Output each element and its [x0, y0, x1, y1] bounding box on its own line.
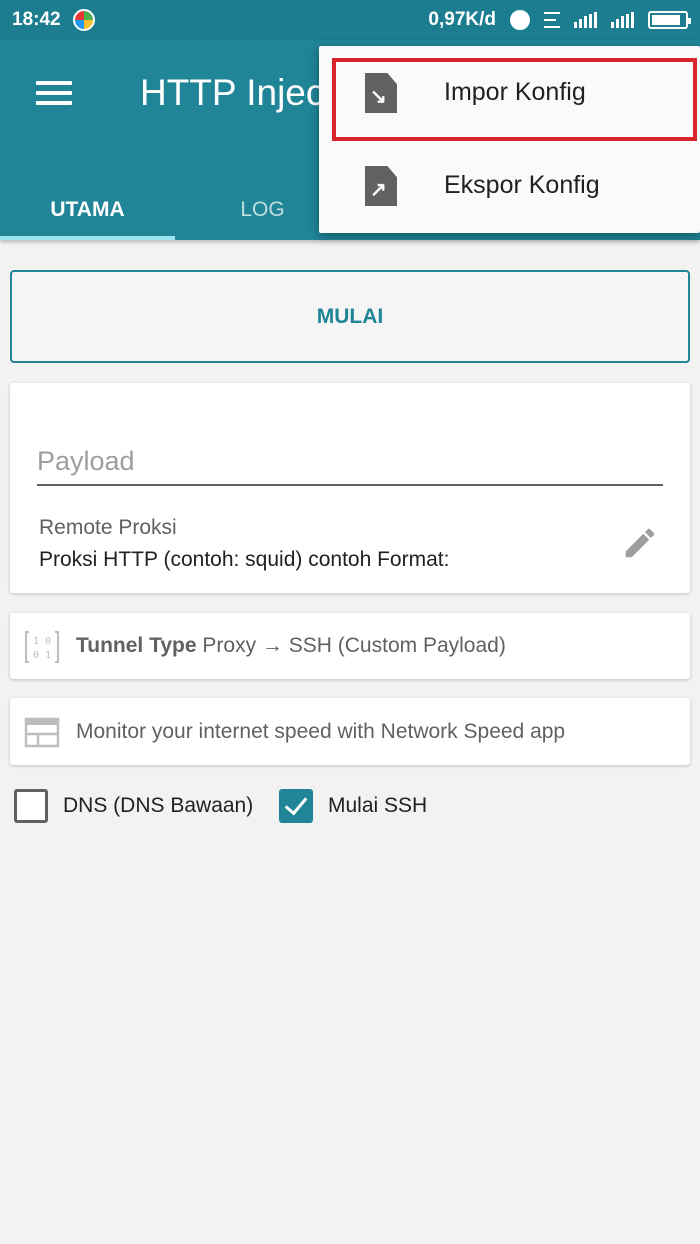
file-export-icon: [365, 166, 397, 206]
status-bar: 18:42 0,97K/d: [0, 0, 700, 40]
speed-promo-text: Monitor your internet speed with Network…: [76, 719, 566, 743]
maps-icon: [72, 9, 95, 31]
menu-item-impor-konfig[interactable]: Impor Konfig: [319, 46, 700, 139]
signal-icon: [611, 12, 634, 28]
pencil-edit-icon[interactable]: [621, 524, 659, 562]
remote-proxy-value: Proksi HTTP (contoh: squid) contoh Forma…: [39, 548, 450, 571]
tunnel-type-label: Tunnel Type: [76, 634, 197, 657]
remote-proxy-label: Remote Proksi: [39, 516, 177, 539]
tunnel-type-card[interactable]: 1 0 0 1 Tunnel Type Proxy → SSH (Custom …: [10, 613, 690, 679]
file-import-icon: [365, 73, 397, 113]
svg-text:1 0: 1 0: [33, 636, 51, 647]
binary-icon: 1 0 0 1: [25, 631, 59, 663]
ssh-checkbox-label: Mulai SSH: [328, 794, 428, 817]
tab-indicator: [0, 236, 175, 240]
menu-item-label: Ekspor Konfig: [444, 171, 600, 199]
tunnel-type-text: Tunnel Type Proxy → SSH (Custom Payload): [76, 634, 506, 658]
payload-input[interactable]: [37, 438, 663, 486]
network-speed: 0,97K/d: [428, 9, 496, 30]
alarm-icon: [510, 10, 530, 30]
notification-list-icon: [544, 12, 560, 28]
menu-item-ekspor-konfig[interactable]: Ekspor Konfig: [319, 139, 700, 232]
status-time: 18:42: [12, 9, 61, 30]
hamburger-menu-icon[interactable]: [36, 81, 72, 105]
app-title: HTTP Injec: [140, 72, 325, 113]
svg-text:0 1: 0 1: [33, 650, 51, 661]
menu-item-label: Impor Konfig: [444, 78, 586, 106]
speed-app-icon: [24, 717, 60, 748]
tab-utama[interactable]: UTAMA: [0, 180, 175, 240]
signal-icon: [574, 12, 597, 28]
status-right-group: 0,97K/d: [428, 9, 691, 31]
ssh-checkbox-row[interactable]: Mulai SSH: [279, 787, 427, 825]
ssh-checkbox[interactable]: [279, 789, 313, 823]
dns-checkbox[interactable]: [14, 789, 48, 823]
speed-promo-card[interactable]: Monitor your internet speed with Network…: [10, 698, 690, 765]
payload-card: Remote Proksi Proksi HTTP (contoh: squid…: [10, 383, 690, 593]
dns-checkbox-row[interactable]: DNS (DNS Bawaan): [14, 787, 253, 825]
overflow-menu: Impor Konfig Ekspor Konfig: [319, 46, 700, 233]
dns-checkbox-label: DNS (DNS Bawaan): [63, 794, 254, 817]
start-button[interactable]: MULAI: [10, 270, 690, 363]
battery-icon: [648, 11, 691, 29]
tunnel-type-value: Proxy → SSH (Custom Payload): [202, 634, 506, 657]
